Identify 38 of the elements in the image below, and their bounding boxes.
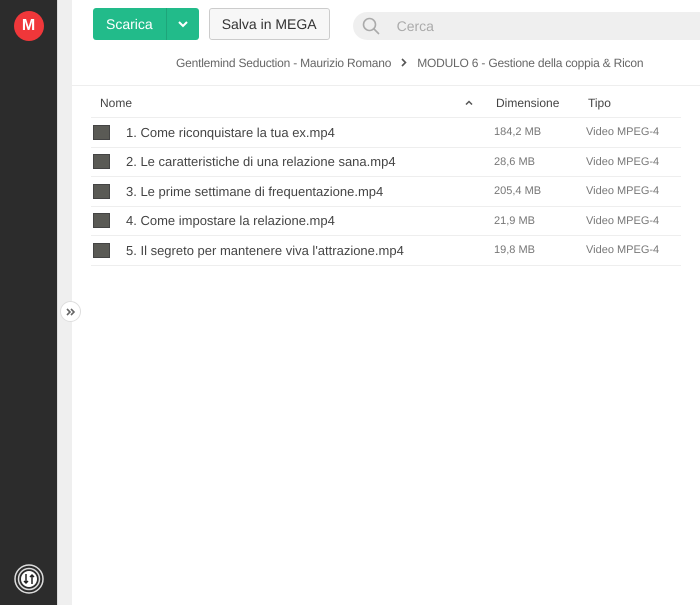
file-size: 28,6 MB — [494, 154, 536, 170]
file-row[interactable]: 5. Il segreto per mantenere viva l'attrazione.mp4 19,8 MB Video MPEG-4 — [91, 236, 681, 266]
breadcrumb-item[interactable]: MODULO 6 - Gestione della coppia & Ricon — [417, 54, 644, 72]
video-thumbnail — [93, 154, 110, 170]
column-header[interactable]: Nome — [91, 94, 465, 112]
chevron-right-icon — [401, 58, 408, 67]
breadcrumb-item[interactable]: Gentlemind Seduction - Maurizio Romano — [176, 54, 392, 72]
file-name: 5. Il segreto per mantenere viva l'attrazione.mp4 — [126, 242, 405, 260]
file-type: Video MPEG-4 — [586, 184, 660, 199]
file-size: 184,2 MB — [494, 125, 542, 140]
file-type: Video MPEG-4 — [586, 125, 660, 140]
search-icon — [362, 17, 380, 35]
file-name: 4. Come impostare la relazione.mp4 — [126, 212, 336, 230]
video-thumbnail — [93, 124, 110, 140]
save-to-cloud-button[interactable]: Salva in MEGA — [208, 8, 330, 40]
video-thumbnail — [93, 213, 110, 228]
file-row[interactable]: 2. Le caratteristiche di una relazione sana.mp4 28,6 MB Video MPEG-4 — [91, 148, 681, 177]
video-thumbnail — [93, 184, 110, 199]
file-size: 19,8 MB — [494, 243, 536, 258]
file-name: 3. Le prime settimane di frequentazione.mp4 — [126, 182, 384, 201]
column-header[interactable]: Dimensione — [496, 94, 588, 112]
file-size: 205,4 MB — [494, 184, 542, 199]
expand-panel-button[interactable] — [60, 301, 81, 322]
file-size: 21,9 MB — [494, 214, 536, 228]
column-header[interactable]: Tipo — [588, 94, 611, 112]
video-thumbnail — [93, 242, 110, 258]
file-row[interactable]: 3. Le prime settimane di frequentazione.mp4 205,4 MB Video MPEG-4 — [91, 177, 681, 206]
app-logo[interactable]: M — [14, 11, 44, 41]
transfer-icon[interactable] — [14, 564, 44, 594]
file-type: Video MPEG-4 — [586, 214, 660, 228]
file-type: Video MPEG-4 — [586, 243, 660, 258]
file-row[interactable]: 1. Come riconquistare la tua ex.mp4 184,2 MB Video MPEG-4 — [91, 118, 681, 148]
double-chevron-icon — [66, 308, 76, 316]
file-name: 1. Come riconquistare la tua ex.mp4 — [126, 124, 336, 142]
file-type: Video MPEG-4 — [586, 154, 660, 170]
file-row[interactable]: 4. Come impostare la relazione.mp4 21,9 MB Video MPEG-4 — [91, 206, 681, 236]
file-name: 2. Le caratteristiche di una relazione sana.mp4 — [126, 153, 397, 171]
search-field[interactable]: Cerca — [352, 12, 700, 40]
